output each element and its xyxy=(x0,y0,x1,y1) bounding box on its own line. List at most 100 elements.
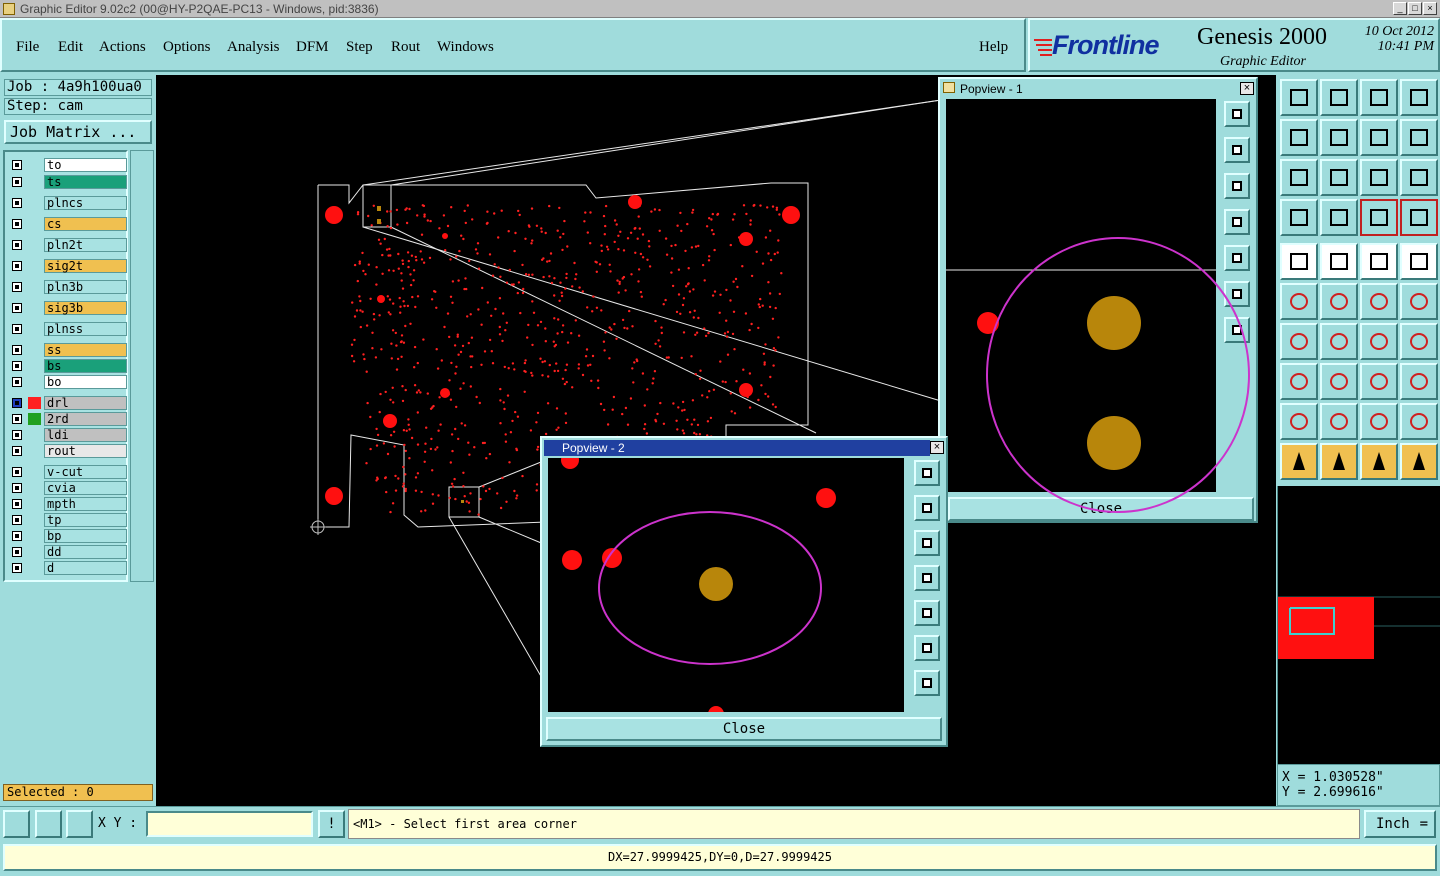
layer-row-ss[interactable]: ss xyxy=(8,343,127,357)
select-arrow-icon[interactable] xyxy=(1280,443,1318,480)
layer-name[interactable]: ts xyxy=(44,175,127,189)
triangle-dim-icon[interactable] xyxy=(1280,403,1318,440)
layer-row-bo[interactable]: bo xyxy=(8,375,127,389)
net-connect-icon[interactable] xyxy=(1280,283,1318,320)
layer-name[interactable]: ldi xyxy=(44,428,127,442)
menu-step[interactable]: Step xyxy=(346,39,373,56)
maximize-button[interactable]: □ xyxy=(1408,2,1422,15)
layer-name[interactable]: drl xyxy=(44,396,127,410)
layer-checkbox[interactable] xyxy=(12,261,22,271)
layer-checkbox[interactable] xyxy=(12,282,22,292)
layer-checkbox[interactable] xyxy=(12,361,22,371)
zoom-center-icon[interactable] xyxy=(1320,159,1358,196)
layer-checkbox[interactable] xyxy=(12,198,22,208)
pan-left-icon[interactable] xyxy=(1280,119,1318,156)
layer-name[interactable]: dd xyxy=(44,545,127,559)
sr-table-icon[interactable] xyxy=(1400,119,1438,156)
home-icon[interactable] xyxy=(1360,79,1398,116)
layer-name[interactable]: bo xyxy=(44,375,127,389)
layer-row-sig3b[interactable]: sig3b xyxy=(8,301,127,315)
layer-name[interactable]: pln3b xyxy=(44,280,127,294)
layer-row-ldi[interactable]: ldi xyxy=(8,428,127,442)
layer-checkbox[interactable] xyxy=(12,467,22,477)
ruler-icon[interactable] xyxy=(1360,243,1398,280)
layer-row-bs[interactable]: bs xyxy=(8,359,127,373)
layer-checkbox[interactable] xyxy=(12,303,22,313)
layer-row-cs[interactable]: cs xyxy=(8,217,127,231)
overview-map[interactable] xyxy=(1277,486,1440,764)
fit-view-icon[interactable] xyxy=(1280,159,1318,196)
pad-shape-icon[interactable] xyxy=(1280,363,1318,400)
layer-row-rout[interactable]: rout xyxy=(8,444,127,458)
pv2-zoom-fit-button[interactable] xyxy=(914,460,940,486)
menu-windows[interactable]: Windows xyxy=(437,39,494,56)
layer-row-drl[interactable]: drl xyxy=(8,396,127,410)
zoom-home-icon[interactable] xyxy=(1280,79,1318,116)
layer-checkbox[interactable] xyxy=(12,547,22,557)
grid-icon[interactable] xyxy=(66,810,93,838)
arc-dim-icon[interactable] xyxy=(1360,403,1398,440)
pv2-pan-left-button[interactable] xyxy=(914,565,940,591)
layer-name[interactable]: mpth xyxy=(44,497,127,511)
pad-add-icon[interactable] xyxy=(1400,243,1438,280)
layer-row-cvia[interactable]: cvia xyxy=(8,481,127,495)
layer-name[interactable]: cs xyxy=(44,217,127,231)
layer-name[interactable]: ss xyxy=(44,343,127,357)
line-draw-icon[interactable] xyxy=(1280,323,1318,360)
pv2-pan-up-button[interactable] xyxy=(914,495,940,521)
layer-name[interactable]: plncs xyxy=(44,196,127,210)
layer-checkbox[interactable] xyxy=(12,446,22,456)
layer-row-pln2t[interactable]: pln2t xyxy=(8,238,127,252)
pv1-pan-up-button[interactable] xyxy=(1224,137,1250,163)
highlight-net-icon[interactable] xyxy=(1320,243,1358,280)
popview-2-close-icon[interactable]: × xyxy=(930,441,944,454)
layer-row-mpth[interactable]: mpth xyxy=(8,497,127,511)
layer-checkbox[interactable] xyxy=(12,483,22,493)
menu-rout[interactable]: Rout xyxy=(391,39,420,56)
pv1-zoom-fit-button[interactable] xyxy=(1224,101,1250,127)
menu-dfm[interactable]: DFM xyxy=(296,39,329,56)
layer-row-dd[interactable]: dd xyxy=(8,545,127,559)
menu-edit[interactable]: Edit xyxy=(58,39,83,56)
layer-checkbox[interactable] xyxy=(12,398,22,408)
layer-checkbox[interactable] xyxy=(12,515,22,525)
select-net-icon[interactable] xyxy=(1360,443,1398,480)
feature-add-icon[interactable] xyxy=(1280,243,1318,280)
unit-selector[interactable]: Inch = xyxy=(1364,810,1436,838)
pan-right-icon[interactable] xyxy=(1320,119,1358,156)
text-tool-icon[interactable] xyxy=(1400,323,1438,360)
layer-checkbox[interactable] xyxy=(12,499,22,509)
layer-checkbox[interactable] xyxy=(12,345,22,355)
popview-2-close-button[interactable]: Close xyxy=(546,717,942,741)
minimize-button[interactable]: _ xyxy=(1393,2,1407,15)
layer-name[interactable]: plnss xyxy=(44,322,127,336)
settings-icon[interactable] xyxy=(1280,199,1318,236)
pv1-pan-down-button[interactable] xyxy=(1224,173,1250,199)
measure-line-icon[interactable] xyxy=(1400,283,1438,320)
layer-checkbox[interactable] xyxy=(12,160,22,170)
layer-scrollbar[interactable] xyxy=(130,150,154,582)
layer-name[interactable]: 2rd xyxy=(44,412,127,426)
menu-actions[interactable]: Actions xyxy=(99,39,146,56)
layer-name[interactable]: bp xyxy=(44,529,127,543)
layer-name[interactable]: tp xyxy=(44,513,127,527)
layer-checkbox[interactable] xyxy=(12,430,22,440)
popview-2-view[interactable] xyxy=(548,458,904,712)
layer-name[interactable]: d xyxy=(44,561,127,575)
line-cut-icon[interactable] xyxy=(1320,323,1358,360)
layer-row-tp[interactable]: tp xyxy=(8,513,127,527)
layer-row-2rd[interactable]: 2rd xyxy=(8,412,127,426)
line-break-icon[interactable] xyxy=(1320,363,1358,400)
layer-row-plnss[interactable]: plnss xyxy=(8,322,127,336)
layer-checkbox[interactable] xyxy=(12,414,22,424)
step-repeat-icon[interactable] xyxy=(1360,119,1398,156)
layer-name[interactable]: rout xyxy=(44,444,127,458)
layer-row-d[interactable]: d xyxy=(8,561,127,575)
pv2-pan-down-button[interactable] xyxy=(914,530,940,556)
net-check-2-icon[interactable] xyxy=(1400,199,1438,236)
layer-row-pln3b[interactable]: pln3b xyxy=(8,280,127,294)
layer-checkbox[interactable] xyxy=(12,219,22,229)
help-icon[interactable] xyxy=(1400,159,1438,196)
menu-file[interactable]: File xyxy=(16,39,39,56)
layer-checkbox[interactable] xyxy=(12,240,22,250)
